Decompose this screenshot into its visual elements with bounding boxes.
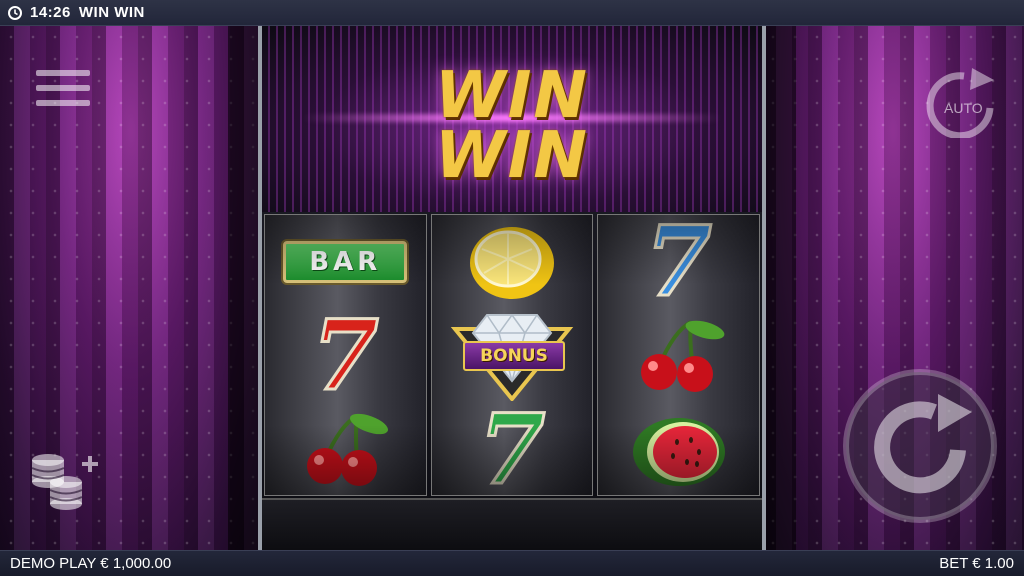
bottom-bar: DEMO PLAY € 1,000.00 BET € 1.00 bbox=[0, 550, 1024, 576]
machine-base bbox=[262, 498, 762, 552]
slot-machine: WIN WIN BAR 7 BONUS 7 7 bbox=[258, 26, 766, 552]
seven-green-symbol: 7 bbox=[477, 393, 547, 496]
seven-blue-symbol: 7 bbox=[644, 214, 714, 318]
hamburger-icon-bar bbox=[36, 100, 90, 106]
clock-time: 14:26 bbox=[30, 4, 71, 21]
hamburger-icon-bar bbox=[36, 85, 90, 91]
plus-icon bbox=[82, 456, 98, 472]
bar-symbol: BAR bbox=[283, 241, 408, 283]
symbol-seven-green: 7 bbox=[432, 393, 593, 496]
reels: BAR 7 BONUS 7 7 bbox=[264, 214, 761, 496]
symbol-lemon bbox=[432, 215, 593, 309]
game-title: WIN WIN bbox=[78, 4, 145, 21]
seven-red-symbol: 7 bbox=[310, 299, 380, 412]
reel-1: BAR 7 bbox=[264, 214, 427, 496]
symbol-watermelon bbox=[598, 403, 759, 495]
clock-icon bbox=[8, 5, 22, 20]
right-curtain-shadow bbox=[766, 26, 796, 550]
symbol-seven-red: 7 bbox=[265, 299, 426, 412]
bonus-label: BONUS bbox=[463, 341, 565, 371]
top-bar: 14:26 WIN WIN bbox=[0, 0, 1024, 26]
coins-icon bbox=[32, 454, 82, 510]
lemon-icon bbox=[470, 227, 554, 299]
autoplay-label: AUTO bbox=[944, 100, 983, 116]
logo-line-2: WIN bbox=[435, 119, 589, 193]
menu-button[interactable] bbox=[36, 70, 90, 116]
watermelon-icon bbox=[632, 418, 725, 486]
reel-3: 7 bbox=[597, 214, 761, 496]
symbol-cherry bbox=[265, 403, 426, 495]
game-logo: WIN WIN bbox=[262, 26, 762, 212]
cherry-icon bbox=[640, 320, 725, 392]
hamburger-icon-bar bbox=[36, 70, 90, 76]
spin-button[interactable] bbox=[842, 368, 998, 524]
symbol-bonus: BONUS bbox=[432, 309, 593, 403]
bet-coins-button[interactable] bbox=[28, 448, 104, 512]
symbol-bar: BAR bbox=[265, 215, 426, 309]
symbol-cherry bbox=[598, 309, 759, 403]
left-curtain-shadow bbox=[228, 26, 258, 550]
balance-display: DEMO PLAY € 1,000.00 bbox=[10, 555, 172, 572]
cherry-icon bbox=[307, 413, 389, 486]
symbol-seven-blue: 7 bbox=[598, 214, 759, 318]
reel-2: BONUS 7 bbox=[430, 214, 594, 496]
bet-display[interactable]: BET € 1.00 bbox=[939, 555, 1014, 572]
logo-line-1: WIN bbox=[435, 59, 589, 133]
